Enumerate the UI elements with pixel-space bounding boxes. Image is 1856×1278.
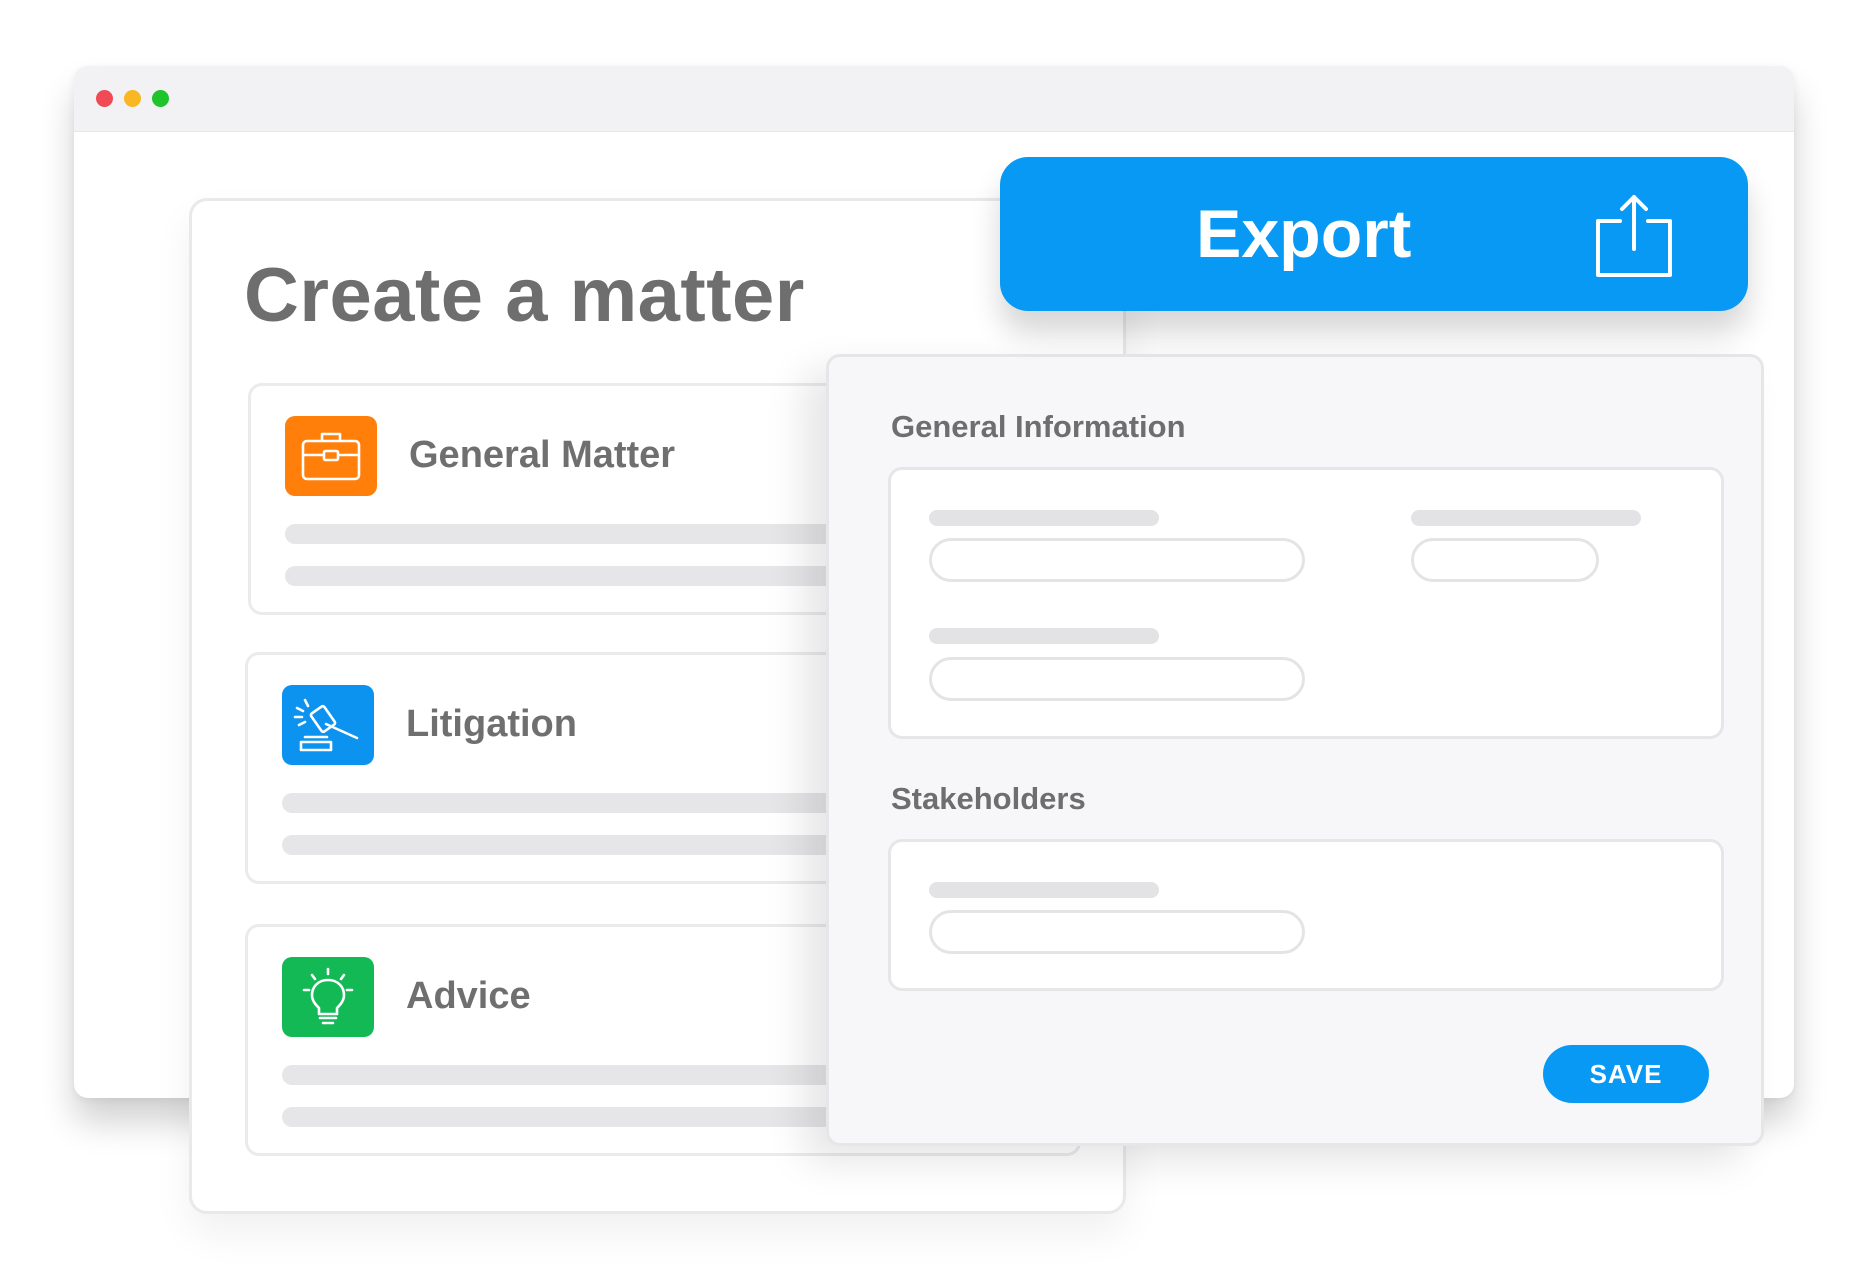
minimize-window-button[interactable] xyxy=(124,90,141,107)
page-title: Create a matter xyxy=(244,253,805,338)
general-information-box xyxy=(888,467,1724,739)
maximize-window-button[interactable] xyxy=(152,90,169,107)
matter-type-label: Advice xyxy=(406,975,531,1017)
gavel-icon xyxy=(282,685,374,765)
export-label: Export xyxy=(1196,196,1412,272)
field-label-placeholder xyxy=(1411,510,1641,526)
stakeholders-box xyxy=(888,839,1724,991)
text-field[interactable] xyxy=(929,538,1305,582)
browser-title-bar xyxy=(74,66,1794,132)
save-button[interactable]: SAVE xyxy=(1543,1045,1709,1103)
matter-type-label: Litigation xyxy=(406,703,577,745)
close-window-button[interactable] xyxy=(96,90,113,107)
field-label-placeholder xyxy=(929,628,1159,644)
lightbulb-icon xyxy=(282,957,374,1037)
text-field[interactable] xyxy=(1411,538,1599,582)
export-button[interactable]: Export xyxy=(1000,157,1748,311)
general-information-heading: General Information xyxy=(891,409,1186,444)
text-field[interactable] xyxy=(929,657,1305,701)
text-field[interactable] xyxy=(929,910,1305,954)
field-label-placeholder xyxy=(929,882,1159,898)
stakeholders-heading: Stakeholders xyxy=(891,781,1086,816)
field-label-placeholder xyxy=(929,510,1159,526)
matter-form-panel: General Information Stakeholders SAVE xyxy=(826,354,1764,1146)
briefcase-icon xyxy=(285,416,377,496)
matter-type-label: General Matter xyxy=(409,434,676,476)
share-export-icon xyxy=(1590,191,1676,281)
